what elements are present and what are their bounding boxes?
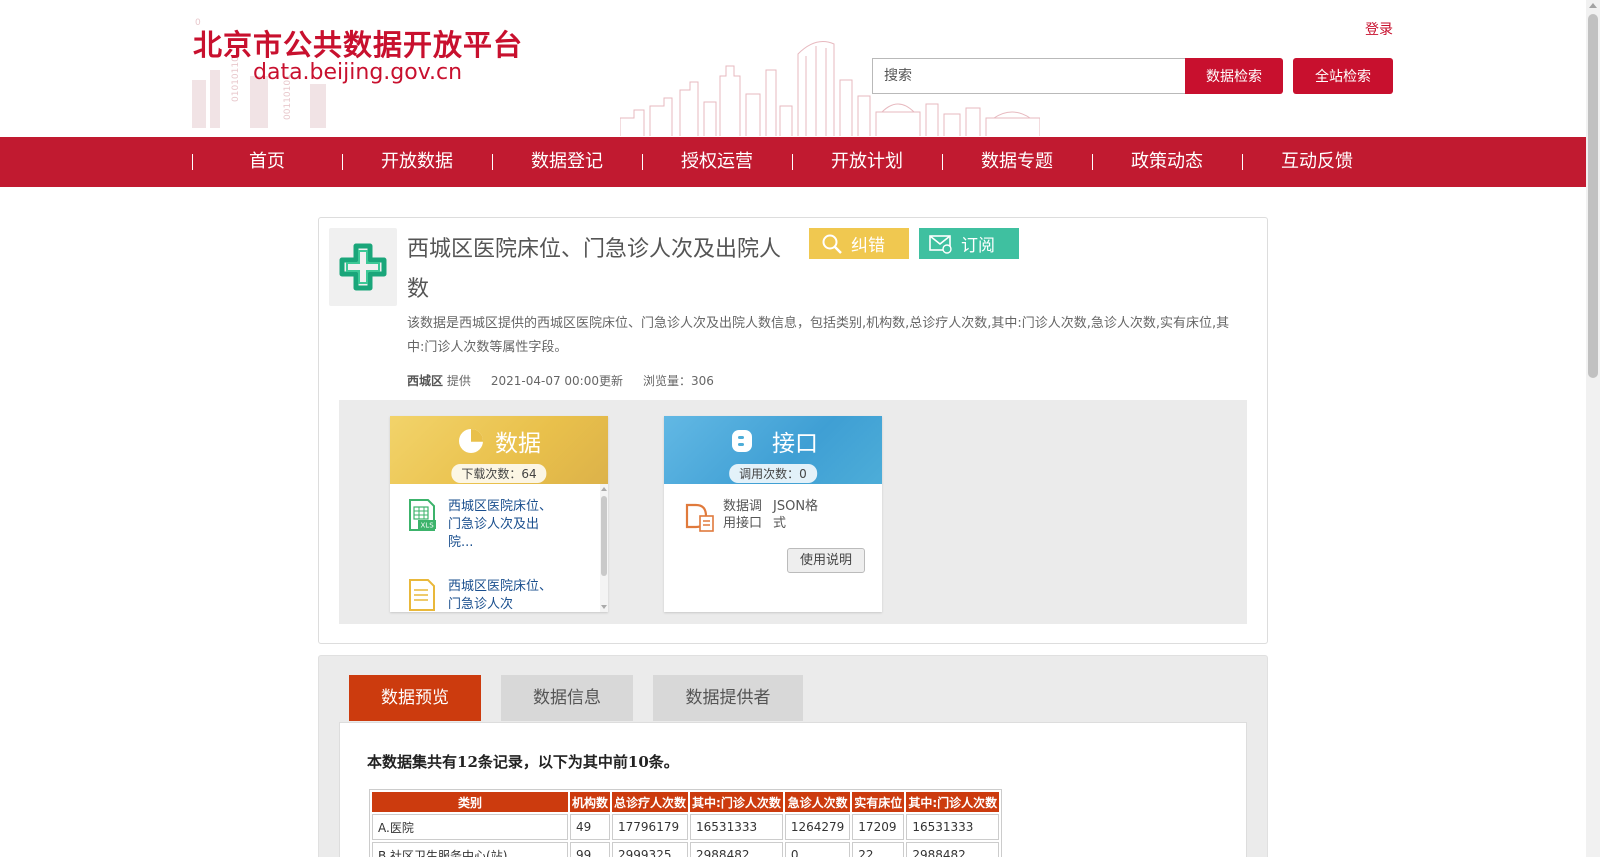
- dataset-detail-card: 西城区医院床位、门急诊人次及出院人数 纠错 订阅 该数据是西城区提供的西城区医院…: [318, 217, 1268, 644]
- file-item[interactable]: 西城区医院床位、门急诊人次: [390, 564, 608, 612]
- scroll-up-arrow-icon[interactable]: [601, 487, 607, 491]
- preview-panel: 本数据集共有12条记录，以下为其中前10条。 类别 机构数 总诊疗人次数 其中:…: [339, 722, 1247, 857]
- dataset-updated: 2021-04-07 00:00更新: [490, 374, 623, 388]
- table-row: A.医院 49 17796179 16531333 1264279 17209 …: [372, 814, 1000, 840]
- provider-suffix: 提供: [446, 374, 471, 388]
- table-header-row: 类别 机构数 总诊疗人次数 其中:门诊人次数 急诊人次数 实有床位 其中:门诊人…: [372, 792, 1000, 812]
- table-cell: A.医院: [372, 814, 568, 840]
- table-cell: 0: [784, 842, 851, 857]
- main-nav: 首页 开放数据 数据登记 授权运营 开放计划 数据专题 政策动态 互动反馈: [0, 137, 1586, 187]
- column-header: 其中:门诊人次数: [906, 792, 1000, 812]
- dataset-views: 浏览量：306: [643, 374, 714, 388]
- report-error-label: 纠错: [851, 236, 885, 256]
- pie-chart-icon: [459, 429, 483, 453]
- table-cell: B.社区卫生服务中心(站): [372, 842, 568, 857]
- data-file-list: XLS 西城区医院床位、门急诊人次及出院... 西城区医院床位、门急诊人次: [390, 484, 608, 612]
- nav-item-feedback[interactable]: 互动反馈: [1242, 137, 1392, 187]
- dataset-description: 该数据是西城区提供的西城区医院床位、门急诊人次及出院人数信息，包括类别,机构数,…: [407, 316, 1230, 355]
- table-cell: 2988482: [690, 842, 783, 857]
- page-scrollbar[interactable]: [1586, 0, 1600, 857]
- mail-icon: [929, 234, 952, 254]
- preview-table: 类别 机构数 总诊疗人次数 其中:门诊人次数 急诊人次数 实有床位 其中:门诊人…: [369, 789, 1003, 857]
- tab-data-preview[interactable]: 数据预览: [349, 675, 481, 721]
- nav-item-home[interactable]: 首页: [192, 137, 342, 187]
- search-input[interactable]: [872, 58, 1185, 94]
- table-cell: 99: [570, 842, 611, 857]
- data-search-button[interactable]: 数据检索: [1185, 58, 1283, 94]
- page-scrollbar-thumb[interactable]: [1588, 14, 1598, 378]
- nav-item-authorized-operation[interactable]: 授权运营: [642, 137, 792, 187]
- report-error-button[interactable]: 纠错: [809, 228, 909, 259]
- site-header: 00 01010110 00110101: [0, 0, 1586, 137]
- scroll-down-arrow-icon[interactable]: [601, 605, 607, 609]
- api-body: 数据调用接口 JSON格式 使用说明: [664, 484, 882, 612]
- column-header: 急诊人次数: [784, 792, 851, 812]
- api-format: JSON格式: [773, 499, 819, 531]
- download-count: 下载次数：64: [451, 464, 547, 483]
- table-cell: 17796179: [612, 814, 689, 840]
- column-header: 其中:门诊人次数: [690, 792, 783, 812]
- table-cell: 16531333: [906, 814, 1000, 840]
- svg-text:XLS: XLS: [421, 522, 435, 530]
- file-item[interactable]: XLS 西城区医院床位、门急诊人次及出院...: [390, 484, 608, 564]
- csv-file-icon: [409, 579, 435, 611]
- file-list-scrollbar[interactable]: [600, 484, 608, 612]
- table-cell: 49: [570, 814, 611, 840]
- subscribe-button[interactable]: 订阅: [919, 228, 1019, 259]
- column-header: 总诊疗人次数: [612, 792, 689, 812]
- api-document-icon: [685, 503, 714, 532]
- api-name: 数据调用接口: [723, 499, 763, 531]
- nav-item-data-registration[interactable]: 数据登记: [492, 137, 642, 187]
- hospital-cross-icon: [329, 228, 397, 306]
- api-panel-header: 接口 调用次数：0: [664, 416, 882, 484]
- nav-item-open-data[interactable]: 开放数据: [342, 137, 492, 187]
- api-panel-title: 接口: [664, 424, 882, 458]
- column-header: 实有床位: [852, 792, 905, 812]
- nav-item-data-topics[interactable]: 数据专题: [942, 137, 1092, 187]
- column-header: 类别: [372, 792, 568, 812]
- site-logo-domain[interactable]: data.beijing.gov.cn: [253, 60, 462, 85]
- resource-area: 数据 下载次数：64 XLS 西城区医院床位、门急诊人次及出院... 西城区医院…: [339, 400, 1247, 624]
- api-usage-button[interactable]: 使用说明: [787, 548, 865, 573]
- api-call-count: 调用次数：0: [729, 464, 817, 483]
- dataset-title: 西城区医院床位、门急诊人次及出院人数: [407, 237, 782, 302]
- column-header: 机构数: [570, 792, 611, 812]
- login-link[interactable]: 登录: [1365, 19, 1393, 39]
- api-panel: 接口 调用次数：0 数据调用接口 JSON格式 使用说明: [664, 416, 882, 612]
- table-row: B.社区卫生服务中心(站) 99 2999325 2988482 0 22 29…: [372, 842, 1000, 857]
- table-cell: 17209: [852, 814, 905, 840]
- file-list-scrollbar-thumb[interactable]: [601, 496, 607, 576]
- dataset-meta: 西城区 提供 2021-04-07 00:00更新 浏览量：306: [407, 372, 714, 389]
- main-nav-items: 首页 开放数据 数据登记 授权运营 开放计划 数据专题 政策动态 互动反馈: [192, 137, 1392, 187]
- table-cell: 16531333: [690, 814, 783, 840]
- site-logo-title[interactable]: 北京市公共数据开放平台: [193, 22, 523, 64]
- data-panel-header: 数据 下载次数：64: [390, 416, 608, 484]
- table-cell: 1264279: [784, 814, 851, 840]
- file-name-link[interactable]: 西城区医院床位、门急诊人次: [448, 578, 552, 612]
- tab-data-provider[interactable]: 数据提供者: [653, 675, 803, 721]
- data-panel-title: 数据: [390, 424, 608, 458]
- table-cell: 2999325: [612, 842, 689, 857]
- data-download-panel: 数据 下载次数：64 XLS 西城区医院床位、门急诊人次及出院... 西城区医院…: [390, 416, 608, 612]
- api-panel-title-text: 接口: [772, 431, 818, 457]
- scroll-up-arrow-icon[interactable]: [1589, 3, 1597, 8]
- site-search-button[interactable]: 全站检索: [1293, 58, 1393, 94]
- nav-item-open-plan[interactable]: 开放计划: [792, 137, 942, 187]
- magnifier-icon: [822, 234, 842, 254]
- data-panel-title-text: 数据: [495, 431, 541, 457]
- subscribe-label: 订阅: [961, 236, 995, 256]
- xls-file-icon: XLS: [409, 499, 436, 531]
- dataset-provider: 西城区 提供: [407, 372, 471, 389]
- file-name-link[interactable]: 西城区医院床位、门急诊人次及出院...: [448, 498, 552, 552]
- table-cell: 2988482: [906, 842, 1000, 857]
- tabs-section: 数据预览 数据信息 数据提供者 本数据集共有12条记录，以下为其中前10条。 类…: [318, 655, 1268, 857]
- api-plug-icon: [732, 430, 752, 452]
- tab-data-info[interactable]: 数据信息: [501, 675, 633, 721]
- table-cell: 22: [852, 842, 905, 857]
- preview-summary: 本数据集共有12条记录，以下为其中前10条。: [367, 753, 679, 771]
- provider-name: 西城区: [407, 374, 444, 388]
- nav-item-policy-news[interactable]: 政策动态: [1092, 137, 1242, 187]
